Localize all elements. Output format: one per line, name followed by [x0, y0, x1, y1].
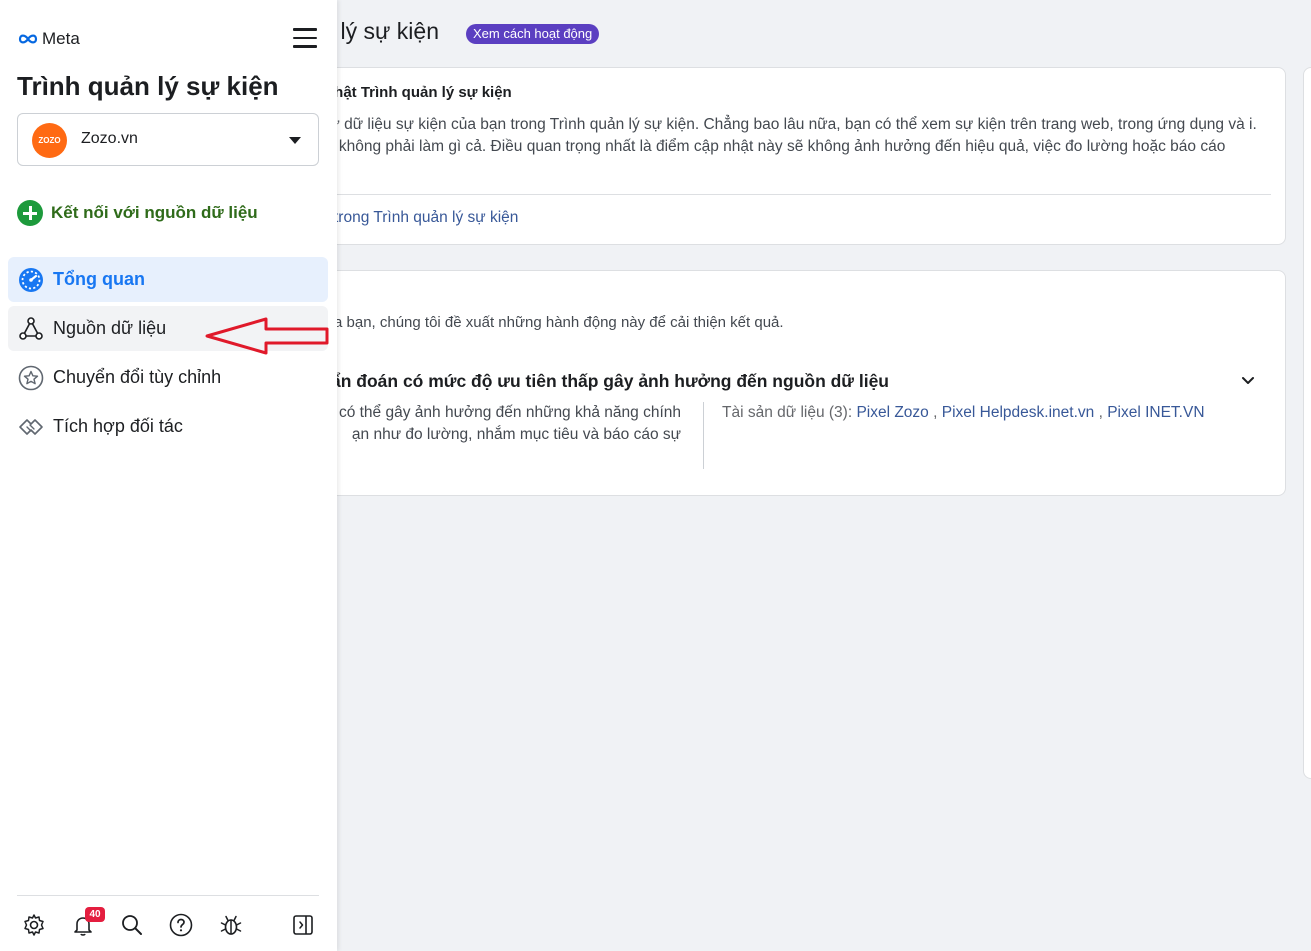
data-assets-label: Tài sản dữ liệu (3):	[722, 404, 853, 421]
card-divider	[307, 194, 1271, 195]
sidebar-item-custom-conversions[interactable]: Chuyển đổi tùy chỉnh	[8, 355, 328, 400]
sidebar-item-label: Tổng quan	[53, 269, 145, 289]
account-selector[interactable]: ZOZO Zozo.vn	[17, 113, 319, 166]
data-assets-list: Tài sản dữ liệu (3): Pixel Zozo , Pixel …	[722, 404, 1205, 422]
bottom-divider	[17, 895, 319, 896]
sidebar-item-label: Nguồn dữ liệu	[53, 318, 167, 338]
connect-data-source-label: Kết nối với nguồn dữ liệu	[51, 203, 258, 222]
vertical-divider	[703, 402, 704, 469]
star-icon	[17, 364, 45, 392]
diagnostic-description: có thể gây ảnh hưởng đến những khả năng …	[338, 404, 681, 443]
bug-icon[interactable]	[217, 910, 245, 940]
chevron-down-icon[interactable]	[1239, 371, 1257, 389]
right-panel-card	[1303, 67, 1311, 779]
sidebar-item-partner-integrations[interactable]: Tích hợp đối tác	[8, 404, 328, 449]
recommendations-card: a bạn, chúng tôi đề xuất những hành động…	[200, 270, 1286, 496]
search-icon[interactable]	[118, 910, 146, 940]
bell-icon[interactable]: 40	[69, 907, 105, 940]
gear-icon[interactable]	[20, 910, 48, 940]
annotation-arrow-icon	[205, 317, 329, 355]
meta-brand-text: Meta	[42, 29, 80, 48]
sidebar-item-overview[interactable]: Tổng quan	[8, 257, 328, 302]
sidebar: Meta Trình quản lý sự kiện ZOZO Zozo.vn …	[0, 0, 337, 951]
asset-link-pixel-helpdesk[interactable]: Pixel Helpdesk.inet.vn	[942, 404, 1095, 421]
meta-infinity-icon	[18, 34, 38, 44]
panel-toggle-icon[interactable]	[289, 910, 317, 940]
data-sources-icon	[17, 315, 45, 343]
dashboard-icon	[17, 266, 45, 294]
notification-count-badge: 40	[85, 907, 105, 922]
account-avatar: ZOZO	[32, 123, 67, 158]
plus-circle-icon	[17, 200, 43, 226]
diagnostic-heading[interactable]: ẩn đoán có mức độ ưu tiên thấp gây ảnh h…	[331, 371, 889, 392]
caret-down-icon	[289, 137, 301, 144]
asset-link-pixel-zozo[interactable]: Pixel Zozo	[856, 404, 928, 421]
account-name: Zozo.vn	[81, 130, 138, 147]
handshake-icon	[17, 413, 45, 441]
how-it-works-badge[interactable]: Xem cách hoạt động	[466, 24, 600, 44]
asset-separator: ,	[933, 404, 938, 421]
sidebar-item-label: Chuyển đổi tùy chỉnh	[53, 367, 222, 387]
asset-link-pixel-inet[interactable]: Pixel INET.VN	[1107, 404, 1204, 421]
menu-icon[interactable]	[293, 28, 317, 48]
recommendations-intro: a bạn, chúng tôi đề xuất những hành động…	[334, 314, 784, 331]
update-notice-card: nhật Trình quản lý sự kiện u trữ dữ liệu…	[200, 67, 1286, 245]
sidebar-bottom-toolbar: 40	[20, 907, 320, 940]
update-notice-link[interactable]: trong Trình quản lý sự kiện	[334, 209, 518, 227]
sidebar-item-label: Tích hợp đối tác	[53, 416, 183, 436]
app-title: Trình quản lý sự kiện	[17, 71, 279, 101]
update-notice-body: u trữ dữ liệu sự kiện của bạn trong Trìn…	[307, 116, 1257, 155]
meta-logo[interactable]: Meta	[17, 29, 80, 49]
help-icon[interactable]	[167, 910, 195, 940]
update-notice-title: nhật Trình quản lý sự kiện	[325, 84, 512, 101]
connect-data-source-button[interactable]: Kết nối với nguồn dữ liệu	[17, 200, 258, 226]
asset-separator: ,	[1098, 404, 1103, 421]
